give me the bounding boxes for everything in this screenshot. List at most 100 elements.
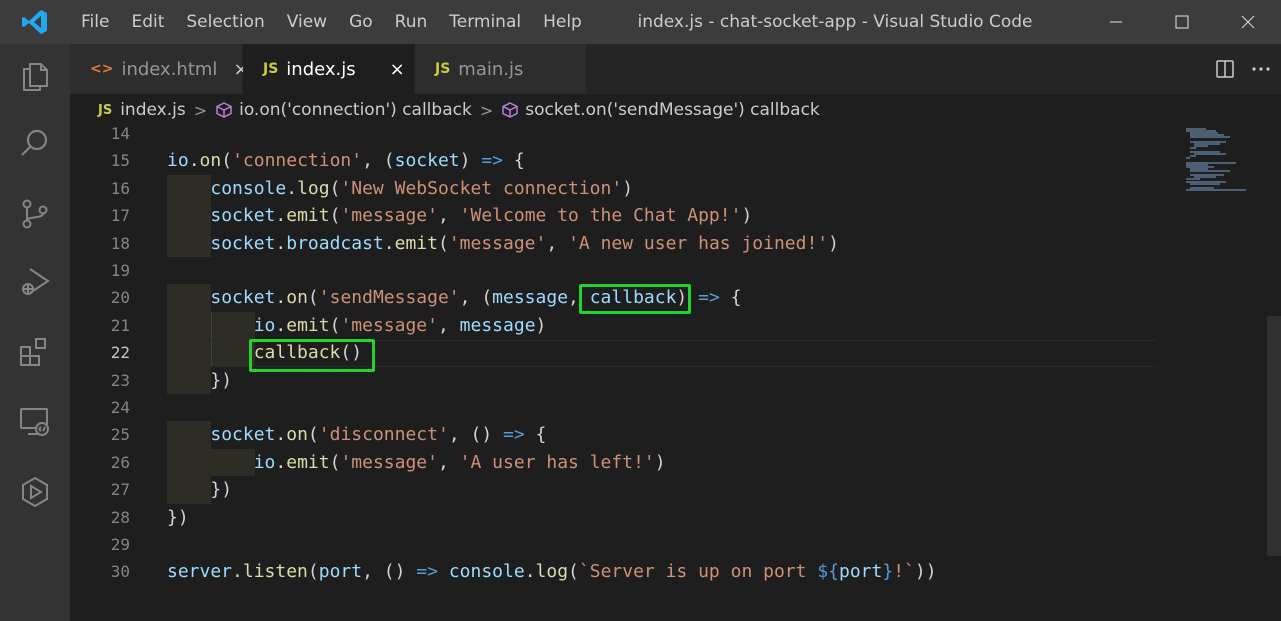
line-number: 27 [110, 480, 130, 500]
js-file-icon: JS [98, 102, 113, 118]
menu-go[interactable]: Go [338, 0, 384, 44]
code-token: ( [307, 561, 319, 583]
minimize-button[interactable] [1083, 0, 1149, 44]
menu-terminal[interactable]: Terminal [438, 0, 532, 44]
code-token: => [416, 561, 438, 583]
more-actions-button[interactable] [1243, 44, 1279, 94]
code-token: socket [210, 287, 276, 309]
code-line[interactable]: }) [167, 476, 232, 503]
split-editor-button[interactable] [1207, 44, 1243, 94]
line-number: 18 [110, 233, 130, 253]
code-token: , () [362, 561, 417, 583]
code-line[interactable]: socket.emit('message', 'Welcome to the C… [167, 202, 752, 229]
code-line[interactable]: socket.broadcast.emit('message', 'A new … [167, 230, 839, 257]
code-token: console [448, 561, 525, 583]
menu-bar: File Edit Selection View Go Run Terminal… [70, 0, 593, 44]
code-token: ) [622, 177, 634, 199]
live-share-button[interactable] [0, 460, 70, 524]
code-token: 'message' [448, 232, 547, 254]
code-token: . [275, 232, 287, 254]
breadcrumb: JS index.js > io.on('connection') callba… [70, 94, 1281, 126]
line-number: 22 [110, 343, 130, 363]
code-line[interactable]: }) [167, 367, 232, 394]
code-token: log [297, 177, 330, 199]
line-number: 24 [110, 398, 130, 417]
minimap-line [1190, 155, 1196, 158]
minimap-line [1190, 182, 1220, 185]
tab-index-html[interactable]: <> index.html × [70, 44, 249, 94]
vscode-logo-icon[interactable] [0, 0, 70, 44]
vertical-scrollbar[interactable] [1267, 316, 1281, 556]
code-line[interactable]: socket.on('disconnect', () => { [167, 421, 546, 448]
code-token: on [286, 424, 308, 446]
code-token: io [253, 314, 276, 336]
source-control-button[interactable] [0, 182, 70, 246]
remote-explorer-button[interactable] [0, 390, 70, 454]
code-line[interactable]: io.on('connection', (socket) => { [167, 147, 525, 174]
minimap[interactable] [1156, 126, 1281, 621]
code-line[interactable]: console.log('New WebSocket connection') [167, 175, 633, 202]
tab-main-js[interactable]: JS main.js [415, 44, 587, 94]
code-token: emit [286, 451, 330, 473]
tab-label: index.html [121, 58, 218, 80]
code-token: . [524, 561, 536, 583]
split-editor-icon [1216, 60, 1234, 78]
explorer-button[interactable] [0, 44, 70, 108]
breadcrumb-file[interactable]: index.js [120, 100, 186, 120]
code-token: 'A user has left!' [459, 451, 655, 473]
search-button[interactable] [0, 112, 70, 176]
code-token: ( [437, 232, 449, 254]
code-token: socket [210, 205, 276, 227]
tab-close-icon[interactable]: × [390, 59, 405, 80]
code-line[interactable]: io.emit('message', 'A user has left!') [167, 449, 666, 476]
menu-file[interactable]: File [70, 0, 120, 44]
code-token: , () [448, 424, 503, 446]
code-token: => [503, 424, 525, 446]
menu-edit[interactable]: Edit [120, 0, 175, 44]
code-line[interactable]: }) [167, 504, 189, 531]
menu-help[interactable]: Help [532, 0, 593, 44]
extensions-button[interactable] [0, 320, 70, 384]
code-token: 'A new user has joined!' [568, 232, 829, 254]
code-token: ( [329, 205, 341, 227]
line-number: 25 [110, 425, 130, 445]
highlight-callback-call [249, 339, 375, 372]
maximize-button[interactable] [1149, 0, 1215, 44]
run-debug-button[interactable] [0, 250, 70, 314]
close-icon [1241, 15, 1255, 29]
breadcrumb-sendmessage-callback[interactable]: socket.on('sendMessage') callback [525, 100, 820, 120]
breadcrumb-connection-callback[interactable]: io.on('connection') callback [239, 100, 472, 120]
method-cube-icon [501, 101, 519, 119]
code-token: , [437, 451, 460, 473]
code-token: ( [307, 287, 319, 309]
breadcrumb-separator: > [193, 100, 208, 120]
code-token: . [383, 232, 395, 254]
menu-run[interactable]: Run [384, 0, 439, 44]
menu-selection[interactable]: Selection [175, 0, 275, 44]
code-token: 'connection' [232, 150, 363, 172]
code-line[interactable]: server.listen(port, () => console.log(`S… [167, 558, 937, 585]
code-token: ) [828, 232, 839, 254]
tab-index-js[interactable]: JS index.js × [243, 44, 415, 94]
code-token: { [524, 424, 547, 446]
code-token: ( [221, 150, 233, 172]
line-number: 26 [110, 452, 130, 472]
code-editor[interactable]: 14 15 16 17 18 19 20 21 22 23 24 25 26 27 28 29 30 io.on… [70, 126, 1281, 621]
close-window-button[interactable] [1215, 0, 1281, 44]
code-token: }) [167, 506, 189, 528]
code-token: , ( [362, 150, 395, 172]
tab-label: main.js [458, 58, 524, 80]
code-token: 'disconnect' [318, 424, 449, 446]
menu-view[interactable]: View [276, 0, 338, 44]
code-token: ( [329, 451, 341, 473]
line-number: 29 [110, 535, 130, 554]
code-token: ( [329, 314, 341, 336]
live-share-icon [22, 476, 48, 508]
method-cube-icon [215, 101, 233, 119]
code-line[interactable]: io.emit('message', message) [167, 312, 547, 339]
code-token: . [275, 451, 287, 473]
